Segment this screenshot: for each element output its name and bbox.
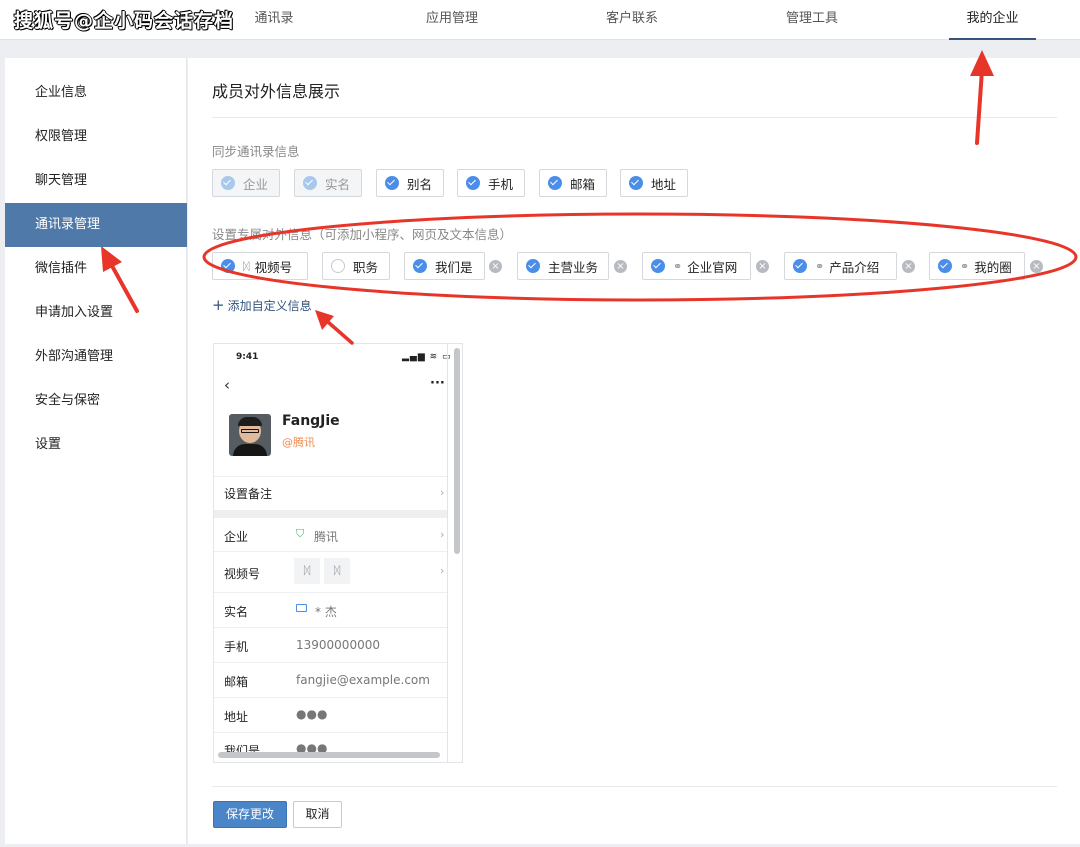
nav-contacts[interactable]: 通讯录	[244, 0, 304, 40]
page-title: 成员对外信息展示	[212, 82, 341, 101]
sidebar-item-external-communication[interactable]: 外部沟通管理	[5, 335, 187, 379]
checkbox-icon	[221, 259, 235, 273]
custom-option-title[interactable]: 职务	[322, 252, 390, 280]
remove-about-us-icon[interactable]: ×	[489, 260, 502, 273]
option-label: 职务	[353, 259, 379, 275]
option-label: 邮箱	[570, 176, 596, 192]
custom-option-my-circle[interactable]: ⚭ 我的圈	[929, 252, 1025, 280]
checkbox-icon	[629, 176, 643, 190]
channels-icon: ᛞ	[243, 259, 250, 273]
link-icon: ⚭	[815, 259, 825, 273]
checkbox-icon	[466, 176, 480, 190]
option-label: 产品介绍	[829, 259, 880, 275]
custom-option-website[interactable]: ⚭ 企业官网	[642, 252, 751, 280]
custom-option-main-business[interactable]: 主营业务	[517, 252, 609, 280]
option-label: 企业官网	[687, 259, 738, 275]
checkbox-icon	[385, 176, 399, 190]
watermark: 搜狐号@企小码会话存档	[14, 10, 235, 32]
sync-option-email[interactable]: 邮箱	[539, 169, 607, 197]
custom-option-product-intro[interactable]: ⚭ 产品介绍	[784, 252, 897, 280]
add-custom-info-link[interactable]: + 添加自定义信息	[212, 296, 312, 314]
sidebar-item-security[interactable]: 安全与保密	[5, 379, 187, 423]
plus-icon: +	[212, 296, 225, 314]
sync-option-real-name[interactable]: 实名	[294, 169, 362, 197]
option-label: 主营业务	[548, 259, 599, 275]
cancel-button[interactable]: 取消	[293, 801, 342, 828]
remove-main-business-icon[interactable]: ×	[614, 260, 627, 273]
nav-customer-contact[interactable]: 客户联系	[598, 0, 666, 40]
nav-app-management[interactable]: 应用管理	[418, 0, 486, 40]
main-panel: 成员对外信息展示 同步通讯录信息 企业 实名 别名 手机 邮箱 地址 设置专属对…	[188, 58, 1080, 844]
option-label: 别名	[407, 176, 433, 192]
nav-management-tools[interactable]: 管理工具	[778, 0, 846, 40]
sidebar-item-enterprise-info[interactable]: 企业信息	[5, 71, 187, 115]
sidebar-item-settings[interactable]: 设置	[5, 423, 187, 467]
checkbox-icon	[221, 176, 235, 190]
nav-my-enterprise[interactable]: 我的企业	[949, 0, 1036, 40]
sync-option-address[interactable]: 地址	[620, 169, 688, 197]
sync-option-alias[interactable]: 别名	[376, 169, 444, 197]
remove-product-intro-icon[interactable]: ×	[902, 260, 915, 273]
checkbox-icon	[331, 259, 345, 273]
link-icon: ⚭	[960, 259, 970, 273]
horizontal-scrollbar[interactable]	[218, 752, 440, 758]
sidebar-item-wechat-plugin[interactable]: 微信插件	[5, 247, 187, 291]
profile-preview: 9:41 ▂▄▆ ≋ ▭ ‹ ··· FangJie @腾讯 设置备注 › 企业…	[213, 343, 463, 763]
checkbox-icon	[303, 176, 317, 190]
divider	[212, 117, 1057, 118]
option-label: 地址	[651, 176, 677, 192]
sidebar-item-join-settings[interactable]: 申请加入设置	[5, 291, 187, 335]
sidebar-item-chat-management[interactable]: 聊天管理	[5, 159, 187, 203]
vertical-scrollbar[interactable]	[454, 348, 460, 554]
checkbox-icon	[526, 259, 540, 273]
checkbox-icon	[548, 176, 562, 190]
option-label: 手机	[488, 176, 514, 192]
phone-border	[214, 344, 448, 762]
checkbox-icon	[651, 259, 665, 273]
option-label: 我的圈	[974, 259, 1012, 275]
option-label: 企业	[243, 176, 269, 192]
sidebar-item-contacts-management[interactable]: 通讯录管理	[5, 203, 187, 247]
custom-option-about-us[interactable]: 我们是	[404, 252, 485, 280]
divider	[212, 786, 1057, 787]
sync-section-label: 同步通讯录信息	[212, 144, 300, 159]
sync-option-enterprise[interactable]: 企业	[212, 169, 280, 197]
option-label: 视频号	[254, 259, 293, 275]
checkbox-icon	[793, 259, 807, 273]
save-button[interactable]: 保存更改	[213, 801, 287, 828]
custom-option-channels[interactable]: ᛞ 视频号	[212, 252, 308, 280]
option-label: 实名	[325, 176, 351, 192]
remove-website-icon[interactable]: ×	[756, 260, 769, 273]
option-label: 我们是	[435, 259, 473, 275]
checkbox-icon	[938, 259, 952, 273]
link-icon: ⚭	[673, 259, 683, 273]
add-custom-info-label: 添加自定义信息	[227, 299, 312, 313]
sidebar-item-permissions[interactable]: 权限管理	[5, 115, 187, 159]
custom-section-label: 设置专属对外信息（可添加小程序、网页及文本信息）	[212, 227, 513, 242]
sidebar: 企业信息 权限管理 聊天管理 通讯录管理 微信插件 申请加入设置 外部沟通管理 …	[5, 58, 187, 844]
remove-my-circle-icon[interactable]: ×	[1030, 260, 1043, 273]
sync-option-mobile[interactable]: 手机	[457, 169, 525, 197]
checkbox-icon	[413, 259, 427, 273]
